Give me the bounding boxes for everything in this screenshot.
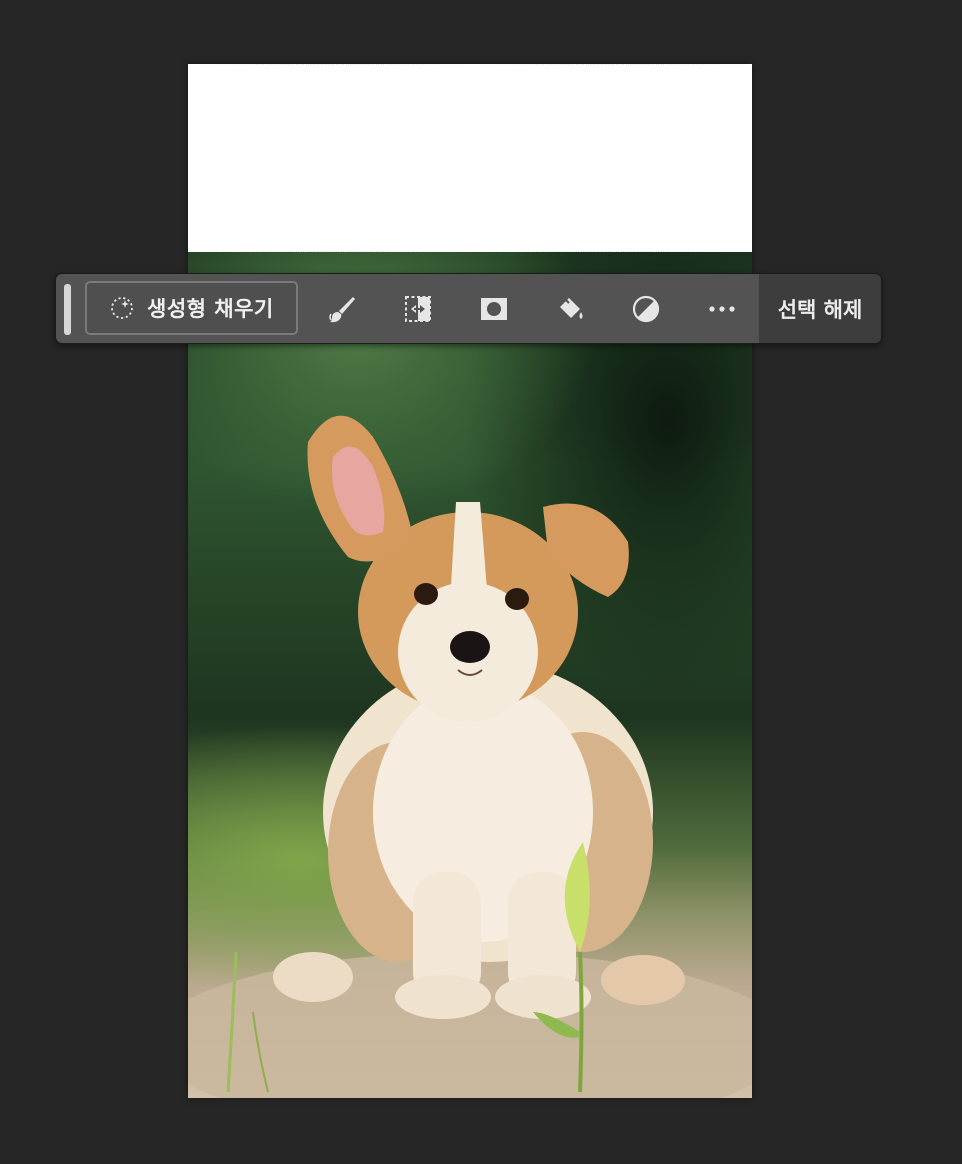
- transform-selection-button[interactable]: [395, 286, 441, 332]
- contextual-task-bar: 생성형 채우기 선택 해제: [55, 273, 882, 344]
- photo-layer[interactable]: [188, 252, 752, 1098]
- fill-bucket-button[interactable]: [547, 286, 593, 332]
- selection-marquee[interactable]: [188, 64, 752, 252]
- brush-mask-button[interactable]: [319, 286, 365, 332]
- workspace: 생성형 채우기 선택 해제: [0, 0, 962, 1164]
- document-canvas[interactable]: [188, 64, 752, 1098]
- layer-mask-button[interactable]: [471, 286, 517, 332]
- fill-bucket-icon: [560, 298, 583, 319]
- drag-handle[interactable]: [64, 284, 71, 335]
- more-options-icon: [709, 306, 735, 312]
- more-options-button[interactable]: [699, 286, 745, 332]
- adjustment-layer-icon: [632, 295, 660, 323]
- brush-mask-icon: [329, 297, 355, 323]
- generative-fill-label: 생성형 채우기: [147, 297, 274, 321]
- transform-selection-icon: [405, 296, 431, 322]
- adjustment-layer-button[interactable]: [623, 286, 669, 332]
- layer-mask-icon: [481, 298, 507, 320]
- generative-fill-icon: [111, 297, 133, 319]
- deselect-button[interactable]: 선택 해제: [759, 274, 881, 343]
- corgi-puppy-image: [188, 415, 752, 1098]
- generative-fill-button[interactable]: 생성형 채우기: [85, 281, 298, 335]
- deselect-label: 선택 해제: [777, 297, 863, 322]
